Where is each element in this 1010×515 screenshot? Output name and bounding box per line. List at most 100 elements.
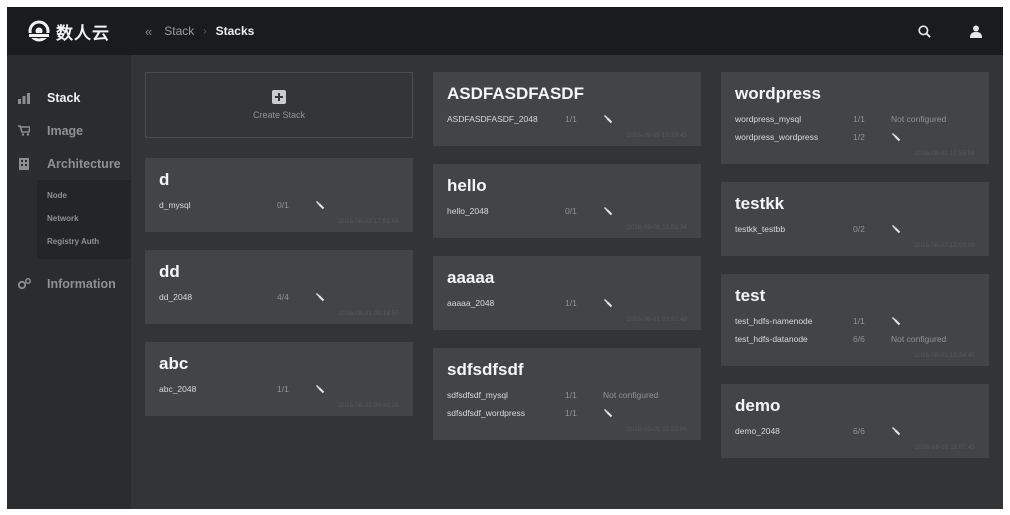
gears-icon	[17, 277, 31, 291]
configure-wrench-icon[interactable]	[603, 408, 613, 418]
stack-title[interactable]: dd	[159, 262, 399, 282]
top-bar: 数人云 « Stack › Stacks	[7, 7, 1003, 55]
configure-wrench-icon[interactable]	[603, 298, 613, 308]
configure-wrench-icon[interactable]	[891, 316, 901, 326]
stack-title[interactable]: hello	[447, 176, 687, 196]
breadcrumb: « Stack › Stacks	[145, 24, 254, 39]
service-name[interactable]: abc_2048	[159, 384, 277, 394]
stack-title[interactable]: demo	[735, 396, 975, 416]
breadcrumb-stacks: Stacks	[215, 24, 255, 38]
service-name[interactable]: test_hdfs-namenode	[735, 316, 853, 326]
instance-count: 1/2	[853, 132, 865, 142]
configure-wrench-icon[interactable]	[315, 292, 325, 302]
service-name[interactable]: test_hdfs-datanode	[735, 334, 853, 344]
service-name[interactable]: sdfsdfsdf_wordpress	[447, 408, 565, 418]
building-icon	[17, 157, 31, 171]
stack-title[interactable]: testkk	[735, 194, 975, 214]
service-name[interactable]: testkk_testbb	[735, 224, 853, 234]
instance-count: 1/1	[565, 114, 577, 124]
configure-wrench-icon[interactable]	[891, 224, 901, 234]
instance-count: 0/2	[853, 224, 865, 234]
stack-card[interactable]: dd dd_2048 4/4 2016-08-31 09:18:55	[145, 250, 413, 324]
sidebar-subitem-registry-auth[interactable]: Registry Auth	[37, 230, 131, 253]
instance-count: 6/6	[853, 426, 865, 436]
sidebar-item-label: Information	[47, 276, 116, 291]
stack-card[interactable]: hello hello_2048 0/1 2016-09-01 11:01:34	[433, 164, 701, 238]
stack-card[interactable]: testkk testkk_testbb 0/2 2016-08-07 12:09:0…	[721, 182, 989, 256]
stack-timestamp: 2016-09-01 11:23:06	[627, 426, 687, 433]
service-name[interactable]: wordpress_mysql	[735, 114, 853, 124]
instance-count: 1/1	[853, 114, 865, 124]
stack-title[interactable]: wordpress	[735, 84, 975, 104]
stack-title[interactable]: aaaaa	[447, 268, 687, 288]
instance-count: 1/1	[565, 390, 577, 400]
service-row: demo_2048 6/6	[735, 426, 975, 438]
stack-column-1: Create Stack d d_mysql 0/1 2016-08-02 17:51…	[145, 72, 413, 434]
configure-wrench-icon[interactable]	[315, 200, 325, 210]
service-name[interactable]: sdfsdfsdf_mysql	[447, 390, 565, 400]
sidebar-item-image[interactable]: Image	[7, 114, 131, 147]
stack-timestamp: 2016-08-31 09:51:48	[626, 316, 687, 323]
sidebar-item-stack[interactable]: Stack	[7, 81, 131, 114]
service-name[interactable]: hello_2048	[447, 206, 565, 216]
service-name[interactable]: dd_2048	[159, 292, 277, 302]
service-row: hello_2048 0/1	[447, 206, 687, 218]
stack-timestamp: 2016-09-05 13:23:45	[626, 132, 687, 139]
instance-count: 1/1	[853, 316, 865, 326]
service-name[interactable]: ASDFASDFASDF_2048	[447, 114, 565, 124]
logo[interactable]: 数人云	[27, 19, 137, 44]
stack-timestamp: 2016-08-31 09:40:26	[338, 402, 399, 409]
sidebar-item-label: Image	[47, 123, 84, 138]
stack-timestamp: 2016-08-02 17:55:58	[914, 150, 975, 157]
service-row: ASDFASDFASDF_2048 1/1	[447, 114, 687, 126]
service-row: wordpress_mysql 1/1 Not configured	[735, 114, 975, 126]
configure-wrench-icon[interactable]	[315, 384, 325, 394]
architecture-submenu: Node Network Registry Auth	[37, 180, 131, 259]
configure-wrench-icon[interactable]	[891, 426, 901, 436]
stack-title[interactable]: sdfsdfsdf	[447, 360, 687, 380]
create-stack-button[interactable]: Create Stack	[145, 72, 413, 138]
stack-column-2: ASDFASDFASDF ASDFASDFASDF_2048 1/1 2016-09-…	[433, 72, 701, 458]
stack-card[interactable]: abc abc_2048 1/1 2016-08-31 09:40:26	[145, 342, 413, 416]
sidebar-item-information[interactable]: Information	[7, 267, 131, 300]
service-name[interactable]: d_mysql	[159, 200, 277, 210]
stack-card[interactable]: wordpress wordpress_mysql 1/1 Not configure…	[721, 72, 989, 164]
sidebar-subitem-network[interactable]: Network	[37, 207, 131, 230]
instance-count: 4/4	[277, 292, 289, 302]
stack-title[interactable]: test	[735, 286, 975, 306]
breadcrumb-stack[interactable]: Stack	[164, 24, 194, 38]
stack-timestamp: 2016-08-31 09:18:55	[338, 310, 399, 317]
sidebar-item-architecture[interactable]: Architecture	[7, 147, 131, 180]
stack-column-3: wordpress wordpress_mysql 1/1 Not configure…	[721, 72, 989, 476]
configure-wrench-icon[interactable]	[891, 132, 901, 142]
service-row: test_hdfs-datanode 6/6 Not configured	[735, 334, 975, 346]
service-row: testkk_testbb 0/2	[735, 224, 975, 236]
service-row: sdfsdfsdf_mysql 1/1 Not configured	[447, 390, 687, 402]
stack-card[interactable]: d d_mysql 0/1 2016-08-02 17:51:56	[145, 158, 413, 232]
stack-card[interactable]: ASDFASDFASDF ASDFASDFASDF_2048 1/1 2016-09-…	[433, 72, 701, 146]
stack-timestamp: 2016-08-01 13:34:45	[914, 352, 975, 359]
service-name[interactable]: demo_2048	[735, 426, 853, 436]
instance-count: 6/6	[853, 334, 865, 344]
top-actions	[887, 16, 991, 46]
user-menu-button[interactable]	[961, 16, 991, 46]
stack-card[interactable]: test test_hdfs-namenode 1/1 test_hdfs-datan…	[721, 274, 989, 366]
service-row: dd_2048 4/4	[159, 292, 399, 304]
service-name[interactable]: wordpress_wordpress	[735, 132, 853, 142]
breadcrumb-back-icon[interactable]: «	[145, 24, 152, 39]
service-row: test_hdfs-namenode 1/1	[735, 316, 975, 328]
service-row: aaaaa_2048 1/1	[447, 298, 687, 310]
stack-card[interactable]: demo demo_2048 6/6 2016-08-15 11:07:45	[721, 384, 989, 458]
stack-title[interactable]: abc	[159, 354, 399, 374]
configure-wrench-icon[interactable]	[603, 206, 613, 216]
search-button[interactable]	[909, 16, 939, 46]
instance-count: 1/1	[277, 384, 289, 394]
sidebar-subitem-node[interactable]: Node	[37, 184, 131, 207]
sidebar-item-label: Stack	[47, 90, 81, 105]
stack-card[interactable]: sdfsdfsdf sdfsdfsdf_mysql 1/1 Not configure…	[433, 348, 701, 440]
configure-wrench-icon[interactable]	[603, 114, 613, 124]
stack-title[interactable]: ASDFASDFASDF	[447, 84, 687, 104]
stack-title[interactable]: d	[159, 170, 399, 190]
stack-card[interactable]: aaaaa aaaaa_2048 1/1 2016-08-31 09:51:48	[433, 256, 701, 330]
service-name[interactable]: aaaaa_2048	[447, 298, 565, 308]
